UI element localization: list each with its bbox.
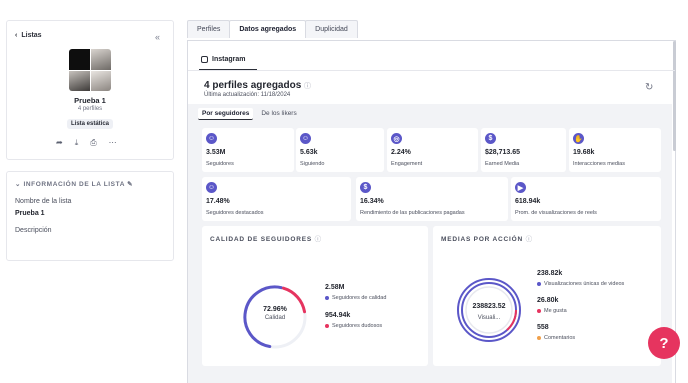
collapse-icon[interactable]: « xyxy=(155,32,160,42)
chevron-left-icon: ‹ xyxy=(15,32,18,39)
legend-value: 26.80k xyxy=(537,297,559,304)
legend-label: Me gusta xyxy=(537,308,567,314)
stat-card: $ $28,713.65 Earned Media xyxy=(481,128,566,172)
stat-card: ☺ 5.63k Siguiendo xyxy=(296,128,384,172)
legend-label: Comentarios xyxy=(537,335,575,341)
tab-instagram[interactable]: Instagram xyxy=(201,56,245,63)
users-icon: ☺ xyxy=(206,133,217,144)
user-star-icon: ☺ xyxy=(206,182,217,193)
user-follow-icon: ☺ xyxy=(300,133,311,144)
stat-card: ✋ 19.68k Interacciones medias xyxy=(569,128,661,172)
media-panel: MEDIAS POR ACCIÓN ⓘ 238823.52 Visuali...… xyxy=(433,226,661,366)
share-icon[interactable]: ➦ xyxy=(56,138,63,148)
stat-card: ◎ 2.24% Engagement xyxy=(387,128,478,172)
list-avatar-collage xyxy=(69,49,111,91)
stat-card: ▶ 618.94k Prom. de visualizaciones de re… xyxy=(511,177,661,221)
name-label: Nombre de la lista xyxy=(15,198,72,205)
help-chat-button[interactable]: ? xyxy=(648,327,680,359)
media-title: MEDIAS POR ACCIÓN ⓘ xyxy=(441,236,533,243)
instagram-icon xyxy=(201,56,208,63)
legend-value: 558 xyxy=(537,324,549,331)
legend-value: 238.82k xyxy=(537,270,563,277)
scrollbar[interactable] xyxy=(673,41,676,151)
quality-center-label: Calidad xyxy=(264,315,286,321)
page-title: 4 perfiles agregados ⓘ xyxy=(204,80,312,91)
back-link[interactable]: ‹ Listas xyxy=(15,32,42,39)
legend-value: 2.58M xyxy=(325,284,345,291)
description-label: Descripción xyxy=(15,227,52,234)
edit-icon[interactable]: ✎ xyxy=(127,181,133,188)
quality-title: CALIDAD DE SEGUIDORES ⓘ xyxy=(210,236,322,243)
legend-value: 954.94k xyxy=(325,312,351,319)
dollar-icon: $ xyxy=(485,133,496,144)
tab-bar: Perfiles Datos agregados Duplicidad xyxy=(187,20,358,38)
print-icon[interactable]: ⎙ xyxy=(90,138,96,148)
help-circle-icon: ⓘ xyxy=(525,236,533,243)
tab-perfiles[interactable]: Perfiles xyxy=(187,20,231,38)
play-icon: ▶ xyxy=(515,182,526,193)
media-center-value: 238823.52 xyxy=(472,303,506,310)
quality-panel: CALIDAD DE SEGUIDORES ⓘ 72.96% Calidad 2… xyxy=(202,226,428,366)
hand-icon: ✋ xyxy=(573,133,584,144)
dollar-icon: $ xyxy=(360,182,371,193)
list-name: Prueba 1 xyxy=(74,96,106,105)
list-type-badge: Lista estática xyxy=(67,119,114,129)
name-value: Prueba 1 xyxy=(15,210,45,217)
tab-datos-agregados[interactable]: Datos agregados xyxy=(229,20,307,38)
media-center-label: Visuali... xyxy=(477,315,501,321)
profile-count: 4 perfiles xyxy=(77,106,103,112)
list-actions: ➦ ⤓ ⎙ ⋯ xyxy=(56,138,117,148)
subtab-likers[interactable]: De los likers xyxy=(257,108,300,120)
legend-label: Seguidores de calidad xyxy=(325,295,386,301)
stat-card: ☺ 17.48% Seguidores destacados xyxy=(202,177,351,221)
more-icon[interactable]: ⋯ xyxy=(109,138,117,148)
help-icon: ? xyxy=(659,334,669,352)
refresh-icon[interactable]: ↻ xyxy=(645,82,653,93)
target-icon: ◎ xyxy=(391,133,402,144)
last-updated: Última actualización: 11/18/2024 xyxy=(204,92,291,98)
list-info-title[interactable]: ⌄ INFORMACIÓN DE LA LISTA ✎ xyxy=(15,180,133,188)
subtab-bar: Por seguidores De los likers xyxy=(198,108,301,120)
tab-duplicidad[interactable]: Duplicidad xyxy=(305,20,358,38)
help-circle-icon: ⓘ xyxy=(304,83,312,90)
legend-label: Visualizaciones únicas de videos xyxy=(537,281,624,287)
divider xyxy=(188,70,675,71)
subtab-por-seguidores[interactable]: Por seguidores xyxy=(198,108,254,120)
stat-card: $ 16.34% Rendimiento de las publicacione… xyxy=(356,177,508,221)
stat-card: ☺ 3.53M Seguidores xyxy=(202,128,294,172)
download-icon[interactable]: ⤓ xyxy=(75,138,79,148)
media-donut xyxy=(457,278,521,342)
legend-label: Seguidores dudosos xyxy=(325,323,382,329)
help-circle-icon: ⓘ xyxy=(314,236,322,243)
quality-center-value: 72.96% xyxy=(263,306,287,313)
